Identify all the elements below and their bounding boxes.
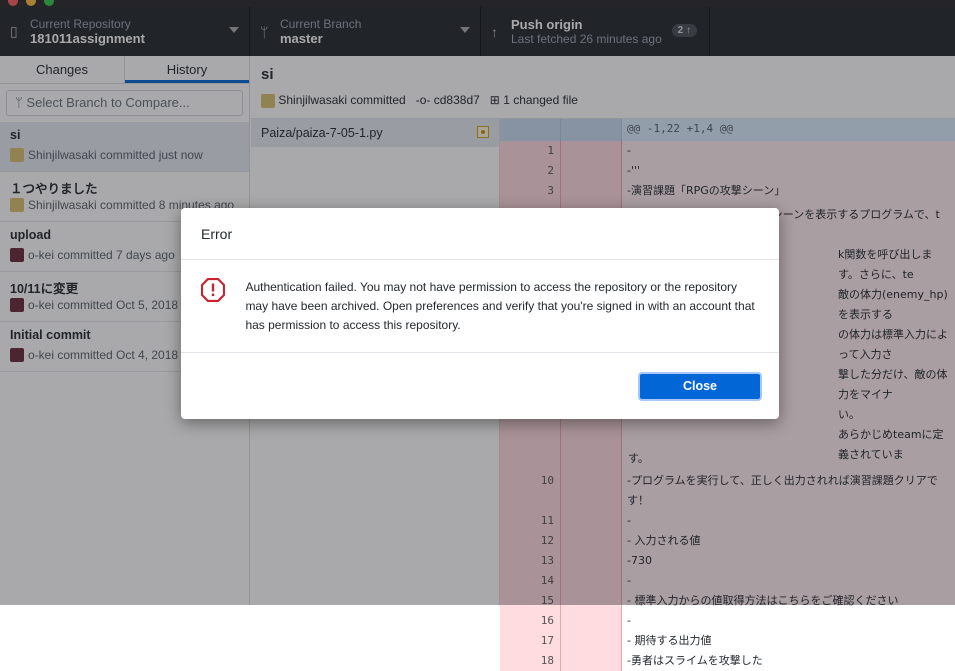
old-line-number: 18: [500, 651, 561, 671]
line-content: -勇者はスライムを攻撃した: [627, 654, 763, 667]
dialog-title: Error: [181, 208, 779, 260]
alert-octagon-icon: [200, 277, 245, 352]
new-line-number: [561, 631, 622, 651]
line-content: -: [627, 614, 631, 627]
new-line-number: [561, 611, 622, 631]
error-dialog: Error Authentication failed. You may not…: [181, 208, 779, 419]
diff-line: 18 -勇者はスライムを攻撃した: [500, 651, 955, 671]
new-line-number: [561, 651, 622, 671]
diff-line: 16 -: [500, 611, 955, 631]
error-message: Authentication failed. You may not have …: [245, 280, 755, 332]
diff-line: 17 - 期待する出力値: [500, 631, 955, 651]
close-button[interactable]: Close: [638, 372, 762, 401]
old-line-number: 16: [500, 611, 561, 631]
old-line-number: 17: [500, 631, 561, 651]
line-content: - 期待する出力値: [627, 634, 712, 647]
